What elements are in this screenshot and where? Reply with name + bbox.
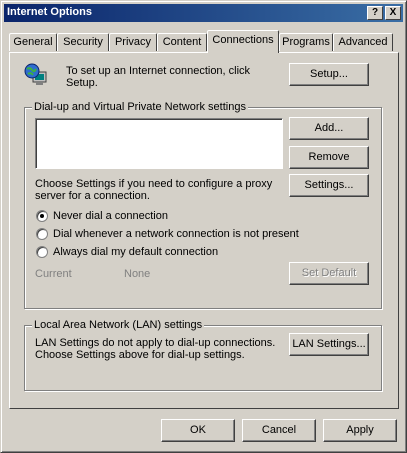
tab-general[interactable]: General [9,33,57,51]
radio-always-dial[interactable] [36,246,48,258]
add-button[interactable]: Add... [289,117,369,140]
current-label: Current [35,268,72,280]
tab-content[interactable]: Content [157,33,207,51]
connections-listbox[interactable] [35,118,283,169]
apply-button[interactable]: Apply [323,419,397,442]
internet-options-dialog: Internet Options ? X General Security Pr… [0,0,407,453]
lan-group-label: Local Area Network (LAN) settings [32,319,205,331]
globe-computer-icon [24,63,48,87]
close-button[interactable]: X [385,6,401,20]
cancel-button[interactable]: Cancel [242,419,316,442]
radio-never-dial-label[interactable]: Never dial a connection [53,210,168,222]
title-bar[interactable]: Internet Options ? X [4,4,403,22]
tab-strip: General Security Privacy Content Connect… [9,30,399,53]
radio-never-dial[interactable] [36,210,48,222]
setup-button[interactable]: Setup... [289,63,369,86]
radio-always-dial-label[interactable]: Always dial my default connection [53,246,218,258]
radio-dial-whenever-label[interactable]: Dial whenever a network connection is no… [53,228,299,240]
remove-button[interactable]: Remove [289,146,369,169]
tab-advanced[interactable]: Advanced [333,33,393,51]
tab-privacy[interactable]: Privacy [109,33,157,51]
current-value: None [124,268,151,280]
tab-programs[interactable]: Programs [279,33,333,51]
radio-dial-whenever[interactable] [36,228,48,240]
tab-security[interactable]: Security [57,33,109,51]
ok-button[interactable]: OK [161,419,235,442]
set-default-button[interactable]: Set Default [289,262,369,285]
connections-panel: To set up an Internet connection, click … [9,52,399,409]
choose-settings-line2: server for a connection. [35,190,150,202]
tab-connections[interactable]: Connections [207,30,279,53]
window-title: Internet Options [7,6,92,18]
choose-settings-line1: Choose Settings if you need to configure… [35,178,273,190]
help-button[interactable]: ? [367,6,383,20]
lan-settings-button[interactable]: LAN Settings... [289,333,369,356]
lan-text-line1: LAN Settings do not apply to dial-up con… [35,337,276,349]
setup-text-line2: Setup. [66,77,98,89]
settings-button[interactable]: Settings... [289,174,369,197]
lan-text-line2: Choose Settings above for dial-up settin… [35,349,245,361]
setup-text-line1: To set up an Internet connection, click [66,65,251,77]
dialup-group-label: Dial-up and Virtual Private Network sett… [32,101,248,113]
